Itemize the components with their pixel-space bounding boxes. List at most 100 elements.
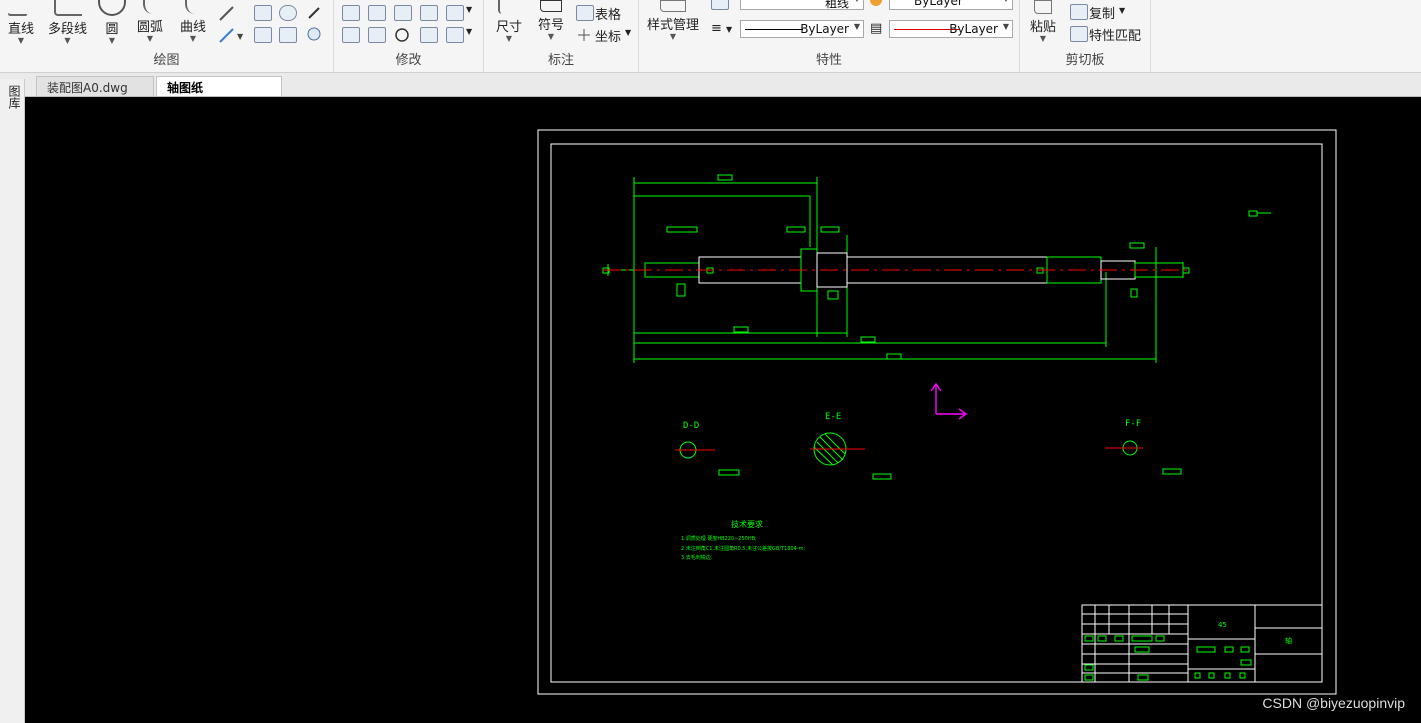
chevron-down-icon: ▼ — [1003, 0, 1009, 3]
section-label-f: F-F — [1125, 419, 1141, 429]
layer-combo[interactable]: ByLayer ▼ — [889, 0, 1013, 10]
mirror-icon[interactable] — [394, 5, 412, 21]
curve-label: 曲线 — [180, 20, 207, 35]
dimension-tool[interactable]: 尺寸 ▼ — [496, 0, 522, 43]
pencil-icon[interactable] — [218, 4, 236, 22]
draw-group: 直线 ▼ 多段线 ▼ 圆 ▼ 圆弧 ▼ 曲线 ▼ ▼ 绘图 — [0, 0, 334, 72]
curve-tool[interactable]: 曲线 ▼ — [180, 0, 206, 43]
sheet-outer-frame — [537, 129, 1337, 695]
tab-shaft-drawing[interactable]: 轴图纸A2.dwg× — [156, 76, 282, 110]
arc-icon — [143, 0, 157, 14]
chevron-down-icon[interactable]: ▼ — [466, 5, 472, 14]
rectangle-icon[interactable] — [254, 5, 272, 21]
curve-icon — [185, 0, 201, 14]
chevron-down-icon: ▼ — [17, 36, 25, 45]
chevron-down-icon: ▼ — [108, 36, 116, 45]
polyline-icon — [53, 0, 82, 16]
boundary-icon[interactable] — [306, 26, 322, 42]
tech-requirement-1: 1.调质处理 硬度HB220~250HB; — [681, 535, 757, 542]
line-tool[interactable]: 直线 ▼ — [6, 0, 36, 45]
layer-icon[interactable] — [711, 0, 729, 10]
hatch-icon[interactable] — [254, 27, 272, 43]
coordinate-icon[interactable] — [576, 27, 592, 43]
explode-icon[interactable] — [446, 27, 464, 43]
chevron-down-icon[interactable]: ▼ — [466, 27, 472, 36]
watermark: CSDN @biyezuopinvip — [1262, 695, 1405, 711]
chevron-down-icon: ▼ — [1002, 22, 1009, 31]
move-icon[interactable] — [342, 5, 360, 21]
line-icon — [6, 0, 36, 16]
dimension-label: 尺寸 — [496, 20, 523, 35]
table-icon[interactable] — [576, 5, 594, 21]
copy-label[interactable]: 复制 — [1089, 3, 1115, 22]
region-icon[interactable] — [279, 27, 297, 43]
symbol-tool[interactable]: 符号 ▼ — [538, 0, 564, 41]
paste-tool[interactable]: 粘贴 ▼ — [1030, 0, 1056, 43]
partial-layer-combo[interactable]: 粗线 ▼ — [740, 0, 864, 10]
chevron-down-icon: ▼ — [505, 34, 513, 43]
color-combo[interactable]: ByLayer ▼ — [889, 20, 1013, 38]
tab-label: 装配图A0.dwg — [47, 81, 128, 95]
chevron-down-icon: ▼ — [669, 32, 677, 41]
modify-group-label: 修改 — [395, 53, 422, 68]
scale-icon[interactable] — [420, 5, 438, 21]
chevron-down-icon[interactable]: ▼ — [1119, 6, 1125, 15]
copy-object-icon[interactable] — [368, 27, 386, 43]
linetype-value: ByLayer — [800, 22, 849, 36]
layer-value: ByLayer — [914, 0, 963, 8]
symbol-label: 符号 — [538, 18, 565, 33]
array-icon[interactable] — [420, 27, 438, 43]
cad-drawing: D-D E-E F-F 技术要求 1.调质处理 硬度HB220~250HB; 2… — [537, 129, 1337, 695]
color-wheel-icon[interactable] — [870, 0, 882, 6]
lineweight-list-icon[interactable]: ≡ ▼ — [711, 21, 732, 36]
properties-group-label: 特性 — [815, 53, 842, 68]
linetype-preview — [745, 29, 803, 30]
clipboard-group-label: 剪切板 — [1065, 53, 1105, 68]
rotate-icon[interactable] — [394, 27, 410, 43]
paste-label: 粘贴 — [1030, 20, 1057, 35]
tech-requirement-3: 3.去毛刺锐边. — [681, 554, 713, 561]
drawing-canvas[interactable]: D-D E-E F-F 技术要求 1.调质处理 硬度HB220~250HB; 2… — [25, 97, 1421, 723]
circle-tool[interactable]: 圆 ▼ — [98, 0, 126, 45]
paste-icon — [1034, 0, 1052, 14]
offset-icon[interactable] — [342, 27, 360, 43]
construction-line-icon[interactable]: ▼ — [218, 26, 244, 44]
chevron-down-icon: ▼ — [1039, 34, 1047, 43]
linetype-combo[interactable]: ByLayer ▼ — [740, 20, 864, 38]
chevron-down-icon[interactable]: ▼ — [625, 28, 631, 37]
style-manager-label: 样式管理 — [647, 18, 700, 33]
section-label-e: E-E — [825, 412, 841, 422]
ellipse-icon[interactable] — [279, 5, 297, 21]
svg-text:▼: ▼ — [237, 32, 244, 41]
trim-icon[interactable] — [368, 5, 386, 21]
title-block-material: 45 — [1218, 621, 1227, 629]
symbol-icon — [540, 0, 562, 12]
lineweight-icon[interactable]: ▤ — [870, 21, 882, 36]
circle-label: 圆 — [105, 22, 119, 37]
match-properties-icon[interactable] — [1070, 26, 1088, 42]
pick-arrow-icon[interactable] — [306, 5, 322, 21]
chevron-down-icon: ▼ — [854, 0, 860, 3]
tech-requirement-2: 2.未注倒角C1,未注圆角R0.5,未注公差按GB/T1804-m; — [681, 545, 805, 552]
line-label: 直线 — [8, 22, 35, 37]
match-properties-label[interactable]: 特性匹配 — [1089, 25, 1141, 44]
style-manager-tool[interactable]: 样式管理 ▼ — [647, 0, 699, 41]
modify-group: ▼ ▼ 修改 — [334, 0, 484, 72]
arc-label: 圆弧 — [137, 20, 164, 35]
ucs-icon — [930, 382, 968, 420]
ribbon: 直线 ▼ 多段线 ▼ 圆 ▼ 圆弧 ▼ 曲线 ▼ ▼ 绘图 ▼ ▼ 修改 尺寸 … — [0, 0, 1421, 73]
color-value: ByLayer — [949, 22, 998, 36]
polyline-tool[interactable]: 多段线 ▼ — [48, 0, 87, 45]
coordinate-label[interactable]: 坐标 — [595, 26, 621, 45]
table-label[interactable]: 表格 — [595, 4, 621, 23]
arc-tool[interactable]: 圆弧 ▼ — [137, 0, 163, 43]
tab-assembly-drawing[interactable]: 装配图A0.dwg — [36, 76, 154, 96]
section-label-d: D-D — [683, 421, 699, 431]
chevron-down-icon: ▼ — [547, 32, 555, 41]
stretch-icon[interactable] — [446, 5, 464, 21]
library-side-tab[interactable]: 图库 — [0, 79, 25, 723]
tech-requirements-title: 技术要求 — [731, 519, 763, 529]
style-manager-icon — [660, 0, 686, 12]
copy-icon[interactable] — [1070, 4, 1088, 20]
dimension-icon — [498, 0, 520, 14]
